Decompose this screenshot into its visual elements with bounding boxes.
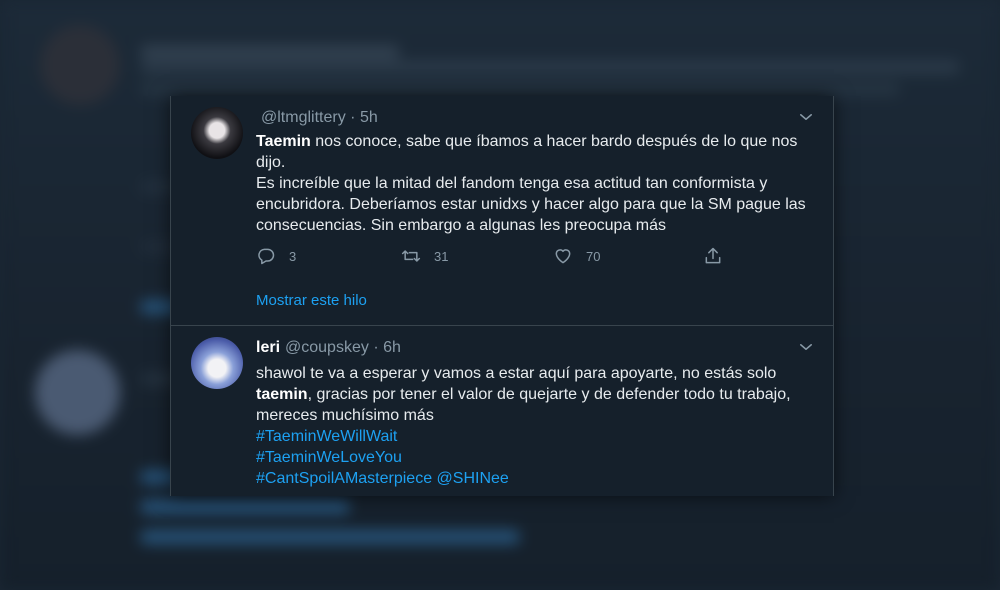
paragraph-text: nos conoce, sabe que íbamos a hacer bard… [256, 133, 798, 171]
like-icon [555, 249, 571, 264]
handle[interactable]: @coupskey [285, 339, 369, 356]
tweet-paragraph: Es increíble que la mitad del fandom ten… [256, 173, 821, 236]
avatar[interactable] [191, 107, 243, 159]
retweet-count: 31 [434, 248, 449, 264]
reply-count: 3 [289, 248, 297, 264]
tweet-actions: 3 31 70 [256, 246, 736, 268]
timestamp[interactable]: 5h [360, 109, 378, 126]
reply-icon [258, 248, 275, 265]
share-icon [705, 247, 721, 264]
tweet-text: shawol te va a esperar y vamos a estar a… [256, 363, 821, 489]
tweet-header: leri @coupskey · 6h [256, 339, 401, 357]
paragraph-text: Es increíble que la mitad del fandom ten… [256, 175, 806, 234]
paragraph-text: shawol te va a esperar y vamos a estar a… [256, 365, 777, 382]
hashtag-link[interactable]: #TaeminWeLoveYou [256, 447, 821, 468]
share-button[interactable] [703, 246, 736, 266]
bold-text: Taemin [256, 133, 311, 150]
like-count: 70 [586, 248, 601, 264]
reply-button[interactable]: 3 [256, 246, 296, 266]
bold-text: taemin [256, 386, 308, 403]
tweet-paragraph: taemin, gracias por tener el valor de qu… [256, 384, 821, 426]
tweet[interactable]: leri @coupskey · 6h shawol te va a espera… [171, 326, 833, 496]
like-button[interactable]: 70 [553, 246, 600, 266]
tweet-paragraph: Taemin nos conoce, sabe que íbamos a hac… [256, 131, 821, 173]
avatar[interactable] [191, 337, 243, 389]
retweet-button[interactable]: 31 [401, 246, 448, 266]
chevron-down-icon[interactable] [797, 108, 815, 126]
retweet-icon [401, 250, 421, 262]
separator-dot: · [373, 339, 384, 356]
tweet[interactable]: @ltmglittery · 5h Taemin nos conoce, sab… [171, 96, 833, 326]
mention-link[interactable]: @SHINee [437, 470, 509, 487]
tweet-paragraph: shawol te va a esperar y vamos a estar a… [256, 363, 821, 384]
separator-dot: · [350, 109, 360, 126]
tweet-card: @ltmglittery · 5h Taemin nos conoce, sab… [170, 96, 834, 496]
hashtag-line: #CantSpoilAMasterpiece @SHINee [256, 468, 821, 489]
handle[interactable]: @ltmglittery [261, 109, 346, 126]
tweet-text: Taemin nos conoce, sabe que íbamos a hac… [256, 131, 821, 236]
tweet-header: @ltmglittery · 5h [256, 109, 378, 127]
chevron-down-icon[interactable] [797, 338, 815, 356]
hashtag-link[interactable]: #TaeminWeWillWait [256, 426, 821, 447]
show-thread-link[interactable]: Mostrar este hilo [256, 292, 367, 309]
paragraph-text: , gracias por tener el valor de quejarte… [256, 386, 791, 424]
display-name[interactable]: leri [256, 339, 280, 356]
hashtag-link[interactable]: #CantSpoilAMasterpiece [256, 470, 432, 487]
timestamp[interactable]: 6h [383, 339, 401, 356]
